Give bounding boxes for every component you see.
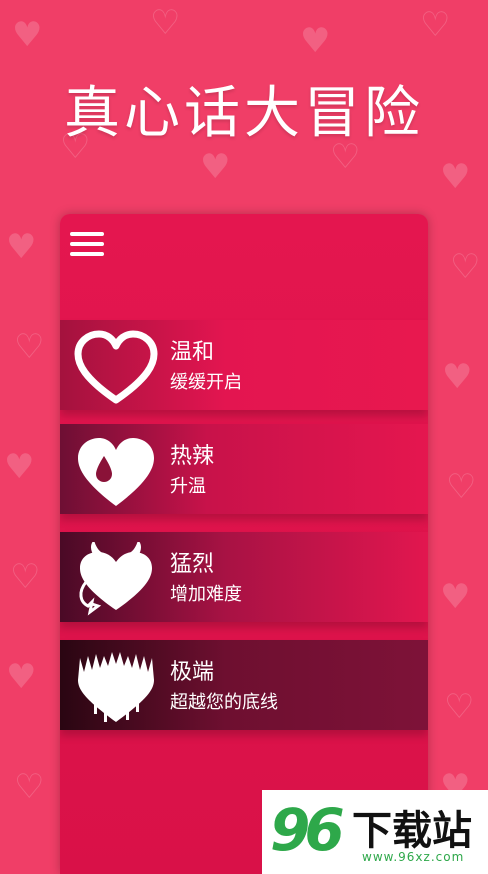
mode-item-intense[interactable]: 猛烈 增加难度 bbox=[60, 532, 428, 622]
mode-name: 猛烈 bbox=[170, 552, 215, 577]
watermark-text: 下载站 bbox=[352, 808, 472, 854]
mode-name: 温和 bbox=[170, 340, 215, 365]
dripping-heart-icon bbox=[78, 652, 154, 722]
mode-item-spicy[interactable]: 热辣 升温 bbox=[60, 424, 428, 514]
mode-desc: 增加难度 bbox=[170, 584, 242, 605]
mode-panel: 温和 缓缓开启 热辣 升温 猛烈 增加难度 极端 超越您的底线 bbox=[60, 214, 428, 874]
mode-item-mild[interactable]: 温和 缓缓开启 bbox=[60, 320, 428, 410]
devil-heart-icon bbox=[79, 542, 152, 616]
mode-desc: 超越您的底线 bbox=[170, 692, 278, 713]
mode-name: 热辣 bbox=[170, 444, 215, 469]
watermark-number: 96 bbox=[270, 796, 345, 864]
mode-item-extreme[interactable]: 极端 超越您的底线 bbox=[60, 640, 428, 730]
hamburger-menu-icon[interactable] bbox=[70, 232, 104, 260]
mode-desc: 缓缓开启 bbox=[170, 372, 242, 393]
mode-name: 极端 bbox=[170, 660, 215, 685]
watermark-url: www.96xz.com bbox=[362, 850, 465, 864]
mode-desc: 升温 bbox=[170, 476, 206, 497]
heart-drop-icon bbox=[78, 438, 154, 506]
outline-heart-icon bbox=[74, 330, 158, 404]
watermark-logo: 96 下载站 www.96xz.com bbox=[262, 790, 488, 874]
app-title: 真心话大冒险 bbox=[64, 81, 424, 146]
